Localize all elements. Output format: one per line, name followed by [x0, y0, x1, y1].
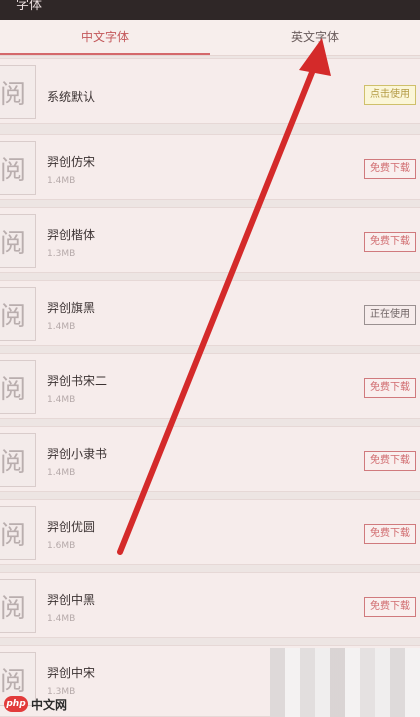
top-bar: 字体: [0, 0, 420, 20]
tab-chinese-fonts[interactable]: 中文字体: [0, 20, 210, 56]
font-name: 羿创书宋二: [47, 374, 108, 388]
font-name: 系统默认: [47, 90, 96, 104]
php-logo-icon: php: [4, 696, 28, 712]
font-preview-icon: 阅: [0, 65, 36, 119]
font-size: 1.4MB: [47, 176, 76, 186]
font-size: 1.4MB: [47, 395, 76, 405]
font-name: 羿创旗黑: [47, 301, 96, 315]
watermark-text: 中文网: [31, 697, 68, 712]
font-row[interactable]: 阅 羿创楷体 1.3MB 免费下载: [0, 207, 420, 273]
font-row[interactable]: 阅 羿创中黑 1.4MB 免费下载: [0, 572, 420, 638]
download-button[interactable]: 免费下载: [364, 597, 416, 617]
download-button[interactable]: 免费下载: [364, 159, 416, 179]
font-preview-icon: 阅: [0, 433, 36, 487]
font-row[interactable]: 阅 羿创小隶书 1.4MB 免费下载: [0, 426, 420, 492]
tab-english-fonts[interactable]: 英文字体: [210, 20, 420, 56]
page-title: 字体: [16, 0, 43, 13]
font-size: 1.4MB: [47, 468, 76, 478]
font-size: 1.4MB: [47, 614, 76, 624]
font-preview-icon: 阅: [0, 360, 36, 414]
font-row[interactable]: 阅 羿创书宋二 1.4MB 免费下载: [0, 353, 420, 419]
apply-font-button[interactable]: 点击使用: [364, 85, 416, 105]
font-preview-icon: 阅: [0, 506, 36, 560]
font-name: 羿创优圆: [47, 520, 96, 534]
font-preview-icon: 阅: [0, 141, 36, 195]
font-name: 羿创中黑: [47, 593, 96, 607]
download-button[interactable]: 免费下载: [364, 378, 416, 398]
download-button[interactable]: 免费下载: [364, 524, 416, 544]
watermark: php 中文网: [4, 695, 67, 713]
font-name: 羿创楷体: [47, 228, 96, 242]
font-row[interactable]: 阅 系统默认 点击使用: [0, 58, 420, 124]
font-row[interactable]: 阅 羿创仿宋 1.4MB 免费下载: [0, 134, 420, 200]
font-size: 1.6MB: [47, 541, 76, 551]
font-name: 羿创仿宋: [47, 155, 96, 169]
font-row[interactable]: 阅 羿创旗黑 1.4MB 正在使用: [0, 280, 420, 346]
in-use-button[interactable]: 正在使用: [364, 305, 416, 325]
font-tabs: 中文字体 英文字体: [0, 20, 420, 56]
active-tab-indicator: [0, 53, 210, 55]
download-button[interactable]: 免费下载: [364, 232, 416, 252]
font-name: 羿创小隶书: [47, 447, 108, 461]
download-button[interactable]: 免费下载: [364, 451, 416, 471]
font-row[interactable]: 阅 羿创优圆 1.6MB 免费下载: [0, 499, 420, 565]
font-preview-icon: 阅: [0, 287, 36, 341]
font-size: 1.4MB: [47, 322, 76, 332]
font-name: 羿创中宋: [47, 666, 96, 680]
font-size: 1.3MB: [47, 249, 76, 259]
font-preview-icon: 阅: [0, 214, 36, 268]
blurred-region: [270, 648, 420, 717]
font-preview-icon: 阅: [0, 579, 36, 633]
